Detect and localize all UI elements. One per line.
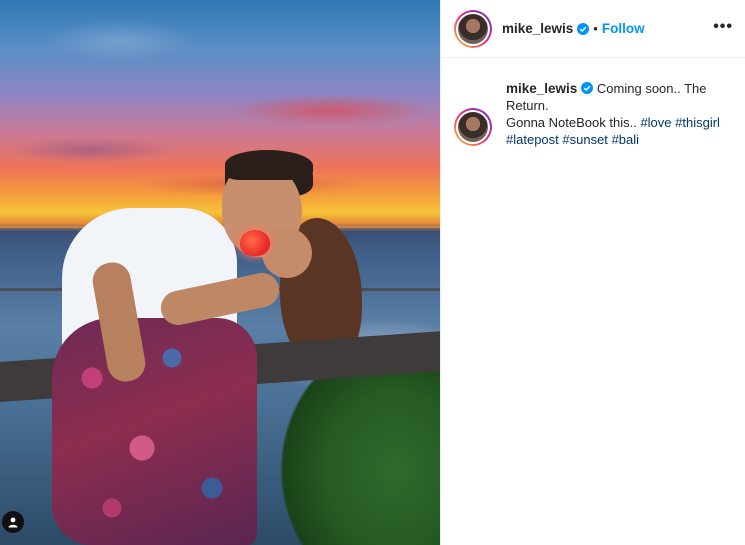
caption-line-3: Gonna NoteBook this.. (506, 115, 637, 130)
post-header: mike_lewis • Follow ••• (441, 0, 745, 58)
story-ring[interactable] (454, 9, 492, 48)
heart-sticker (240, 230, 270, 256)
woman-face (262, 228, 312, 278)
caption-avatar[interactable] (458, 112, 488, 142)
sunset-clouds (0, 0, 440, 230)
follow-button[interactable]: Follow (602, 21, 645, 36)
caption-line-2: Return. (506, 98, 549, 113)
header-username[interactable]: mike_lewis (502, 21, 573, 36)
hashtag-bali[interactable]: #bali (612, 132, 639, 147)
caption-text: mike_lewis Coming soon.. The Return. Gon… (506, 80, 720, 148)
post-photo[interactable] (0, 0, 440, 545)
hashtag-latepost[interactable]: #latepost (506, 132, 559, 147)
caption-avatar-border (456, 110, 490, 144)
man-hair-top (225, 150, 313, 180)
caption-username[interactable]: mike_lewis (506, 81, 577, 96)
avatar[interactable] (458, 13, 488, 44)
verified-badge-icon (577, 22, 590, 35)
hashtag-sunset[interactable]: #sunset (562, 132, 608, 147)
user-tag-icon[interactable] (2, 511, 24, 533)
avatar-border (456, 11, 490, 46)
caption-story-ring[interactable] (454, 108, 492, 146)
hashtag-love[interactable]: #love (640, 115, 671, 130)
caption-line-1: Coming soon.. The (596, 81, 707, 96)
separator-dot: • (593, 21, 598, 36)
caption-verified-badge-icon (581, 82, 594, 94)
caption-block: mike_lewis Coming soon.. The Return. Gon… (441, 58, 745, 148)
more-options-icon[interactable]: ••• (713, 18, 733, 36)
hashtag-thisgirl[interactable]: #thisgirl (675, 115, 720, 130)
post-sidebar: mike_lewis • Follow ••• mike_lewis Comin… (440, 0, 745, 545)
woman-dress (52, 318, 257, 545)
